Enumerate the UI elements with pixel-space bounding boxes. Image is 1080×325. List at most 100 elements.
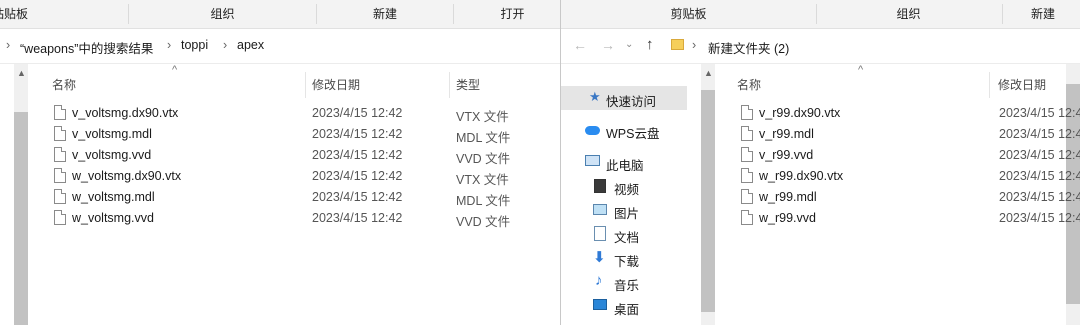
file-row[interactable]: v_r99.vvd 2023/4/15 12:4 (741, 145, 1080, 166)
ribbon-separator (453, 4, 454, 24)
address-bar[interactable]: › “weapons”中的搜索结果 › toppi › apex (0, 29, 560, 64)
column-separator[interactable] (989, 72, 990, 98)
picture-icon (593, 204, 607, 215)
breadcrumb-toppi[interactable]: toppi (181, 38, 208, 52)
nav-item-label: 图片 (614, 207, 640, 221)
file-date: 2023/4/15 12:4 (999, 148, 1080, 162)
file-icon (741, 210, 753, 225)
ribbon-group-open[interactable]: 打开 (470, 0, 555, 28)
column-header-row: ^ 名称 修改日期 (726, 64, 1080, 102)
file-name: v_voltsmg.vvd (72, 148, 152, 162)
file-type: VVD 文件 (456, 152, 511, 166)
file-date: 2023/4/15 12:4 (999, 190, 1080, 204)
breadcrumb-search-results[interactable]: “weapons”中的搜索结果 (20, 38, 153, 57)
file-type: VTX 文件 (456, 173, 509, 187)
nav-item-videos[interactable]: 视频 (561, 174, 687, 198)
file-row[interactable]: w_r99.vvd 2023/4/15 12:4 (741, 208, 1080, 229)
ribbon-separator (1002, 4, 1003, 24)
document-icon (594, 226, 606, 241)
scrollbar-thumb[interactable] (14, 112, 28, 325)
nav-item-label: 视频 (614, 183, 640, 197)
explorer-window-right: 剪贴板 组织 新建 ← → ⌄ ↑ › 新建文件夹 (2) ★ 快速访问 WPS… (561, 0, 1080, 325)
nav-item-desktop[interactable]: 桌面 (561, 294, 687, 318)
file-type: VVD 文件 (456, 215, 511, 229)
nav-item-music[interactable]: ♪ 音乐 (561, 270, 687, 294)
chevron-right-icon: › (6, 38, 11, 52)
chevron-right-icon: › (223, 38, 228, 52)
ribbon-group-clipboard[interactable]: 粘贴板 (0, 0, 32, 28)
video-icon (594, 179, 606, 193)
file-name: v_voltsmg.mdl (72, 127, 152, 141)
explorer-window-left: 粘贴板 组织 新建 打开 › “weapons”中的搜索结果 › toppi ›… (0, 0, 560, 325)
file-name: w_r99.vvd (759, 211, 816, 225)
file-date: 2023/4/15 12:42 (312, 148, 403, 162)
file-date: 2023/4/15 12:4 (999, 106, 1080, 120)
file-name: v_voltsmg.dx90.vtx (72, 106, 179, 120)
chevron-down-icon[interactable]: ⌄ (625, 39, 633, 50)
file-row[interactable]: v_voltsmg.dx90.vtx 2023/4/15 12:42 VTX 文… (54, 103, 554, 124)
music-icon: ♪ (595, 272, 603, 289)
file-row[interactable]: w_voltsmg.dx90.vtx 2023/4/15 12:42 VTX 文… (54, 166, 554, 187)
nav-item-documents[interactable]: 文档 (561, 222, 687, 246)
address-bar[interactable]: ← → ⌄ ↑ › 新建文件夹 (2) (561, 29, 1080, 64)
nav-item-label: 下载 (614, 255, 640, 269)
ribbon-group-clipboard[interactable]: 剪贴板 (641, 0, 736, 28)
column-header-name[interactable]: 名称 (737, 76, 761, 93)
cloud-icon (585, 126, 600, 135)
file-row[interactable]: w_r99.dx90.vtx 2023/4/15 12:4 (741, 166, 1080, 187)
ribbon-separator (128, 4, 129, 24)
scroll-up-icon[interactable]: ▲ (704, 68, 713, 78)
file-row[interactable]: v_voltsmg.vvd 2023/4/15 12:42 VVD 文件 (54, 145, 554, 166)
file-icon (741, 105, 753, 120)
nav-item-wps-cloud[interactable]: WPS云盘 (561, 118, 687, 142)
file-date: 2023/4/15 12:4 (999, 127, 1080, 141)
file-name: v_r99.mdl (759, 127, 814, 141)
file-date: 2023/4/15 12:4 (999, 211, 1080, 225)
column-separator[interactable] (449, 72, 450, 98)
ribbon-group-organize[interactable]: 组织 (861, 0, 956, 28)
file-row[interactable]: w_voltsmg.vvd 2023/4/15 12:42 VVD 文件 (54, 208, 554, 229)
nav-scrollbar[interactable]: ▲ (14, 64, 28, 325)
file-name: w_voltsmg.vvd (72, 211, 154, 225)
nav-item-pictures[interactable]: 图片 (561, 198, 687, 222)
chevron-right-icon: › (692, 38, 697, 52)
column-header-date[interactable]: 修改日期 (312, 76, 360, 93)
file-row[interactable]: v_r99.dx90.vtx 2023/4/15 12:4 (741, 103, 1080, 124)
column-header-date[interactable]: 修改日期 (998, 76, 1046, 93)
file-row[interactable]: v_r99.mdl 2023/4/15 12:4 (741, 124, 1080, 145)
ribbon-group-new[interactable]: 新建 (340, 0, 430, 28)
forward-arrow-icon[interactable]: → (601, 37, 615, 53)
file-row[interactable]: w_r99.mdl 2023/4/15 12:4 (741, 187, 1080, 208)
nav-item-quick-access[interactable]: ★ 快速访问 (561, 86, 687, 110)
file-icon (741, 168, 753, 183)
file-name: w_r99.dx90.vtx (759, 169, 844, 183)
file-date: 2023/4/15 12:42 (312, 106, 403, 120)
folder-icon (671, 39, 684, 50)
breadcrumb-apex[interactable]: apex (237, 38, 264, 52)
file-row[interactable]: v_voltsmg.mdl 2023/4/15 12:42 MDL 文件 (54, 124, 554, 145)
navigation-pane: ★ 快速访问 WPS云盘 此电脑 视频 图片 文档 ⬇ 下载 ♪ 音乐 桌面 (561, 64, 701, 325)
ribbon-group-organize[interactable]: 组织 (175, 0, 270, 28)
nav-item-label: 音乐 (614, 279, 640, 293)
file-icon (54, 105, 66, 120)
nav-item-downloads[interactable]: ⬇ 下载 (561, 246, 687, 270)
nav-item-label: 文档 (614, 231, 640, 245)
desktop-icon (593, 299, 607, 310)
up-arrow-icon[interactable]: ↑ (646, 36, 654, 53)
nav-item-this-pc[interactable]: 此电脑 (561, 150, 687, 174)
file-name: v_r99.dx90.vtx (759, 106, 841, 120)
nav-scrollbar[interactable]: ▲ (701, 64, 715, 325)
address-current-folder[interactable]: 新建文件夹 (2) (708, 38, 789, 57)
file-type: VTX 文件 (456, 110, 509, 124)
file-icon (54, 189, 66, 204)
back-arrow-icon[interactable]: ← (573, 37, 587, 53)
scrollbar-thumb[interactable] (701, 90, 715, 312)
file-row[interactable]: w_voltsmg.mdl 2023/4/15 12:42 MDL 文件 (54, 187, 554, 208)
column-header-type[interactable]: 类型 (456, 76, 480, 93)
ribbon-group-new[interactable]: 新建 (1031, 0, 1080, 28)
pc-icon (585, 155, 600, 166)
column-separator[interactable] (305, 72, 306, 98)
file-date: 2023/4/15 12:42 (312, 169, 403, 183)
column-header-name[interactable]: 名称 (52, 76, 76, 93)
file-icon (54, 126, 66, 141)
